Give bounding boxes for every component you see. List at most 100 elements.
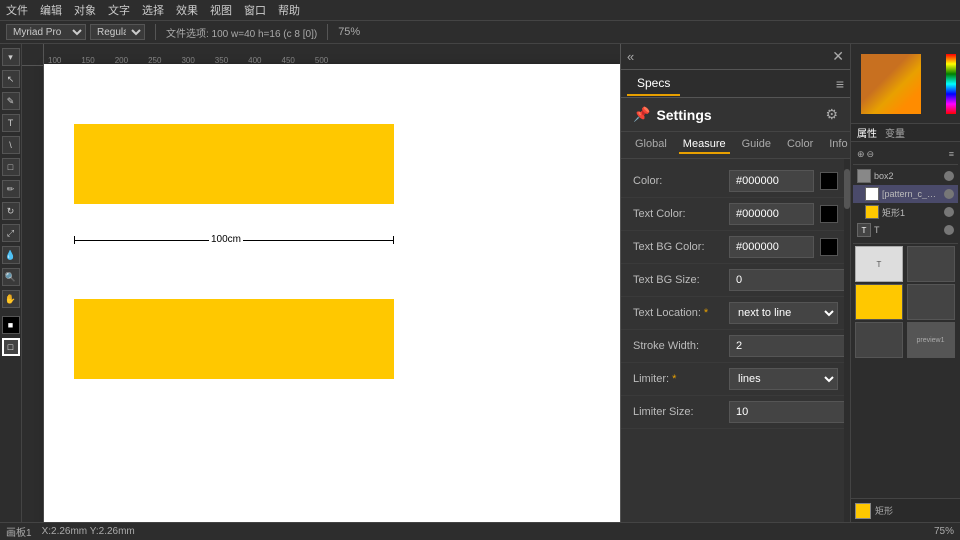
input-text-bg-size[interactable] <box>729 269 850 291</box>
tool-rect[interactable]: □ <box>2 158 20 176</box>
tool-zoom[interactable]: 🔍 <box>2 268 20 286</box>
tool-eyedrop[interactable]: 💧 <box>2 246 20 264</box>
color-swatch-text-bg[interactable] <box>820 238 838 256</box>
thumb-label: preview1 <box>916 337 944 344</box>
color-preview[interactable] <box>861 54 921 114</box>
thumbnail-item[interactable] <box>907 284 955 320</box>
layer-visibility-eye[interactable] <box>944 171 954 181</box>
layer-control-btn[interactable]: ⊕ <box>857 149 865 160</box>
tool-line[interactable]: \ <box>2 136 20 154</box>
canvas-area[interactable]: 100 150 200 250 300 350 400 450 500 100c… <box>22 44 620 522</box>
color-swatch-text-color[interactable] <box>820 205 838 223</box>
menu-object[interactable]: 对象 <box>74 2 96 18</box>
tool-stroke[interactable]: □ <box>2 338 20 356</box>
settings-title: 📌 Settings <box>633 106 712 123</box>
label-limiter-size: Limiter Size: <box>633 406 723 418</box>
input-color[interactable] <box>729 170 814 192</box>
menu-file[interactable]: 文件 <box>6 2 28 18</box>
color-label: 矩形 <box>875 504 893 517</box>
font-style-select[interactable]: Regular <box>90 24 145 40</box>
menu-help[interactable]: 帮助 <box>278 2 300 18</box>
menu-effect[interactable]: 效果 <box>176 2 198 18</box>
sub-tab-guide[interactable]: Guide <box>738 136 775 154</box>
layer-visibility-eye[interactable] <box>944 207 954 217</box>
tool-type[interactable]: T <box>2 114 20 132</box>
settings-row-limiter-size: Limiter Size: <box>621 396 850 429</box>
tool-direct[interactable]: ↖ <box>2 70 20 88</box>
menu-window[interactable]: 窗口 <box>244 2 266 18</box>
select-text-location[interactable]: next to line above line below line <box>729 302 838 324</box>
bottom-bar: 画板1 X:2.26mm Y:2.26mm 75% <box>0 522 960 540</box>
panel-nav-buttons: « <box>627 49 634 64</box>
settings-gear-icon[interactable]: ⚙ <box>825 106 838 123</box>
sub-tab-color[interactable]: Color <box>783 136 817 154</box>
yellow-rect-bottom[interactable] <box>74 299 394 379</box>
tool-hand[interactable]: ✋ <box>2 290 20 308</box>
settings-row-limiter: Limiter: lines arrows none <box>621 363 850 396</box>
color-spectrum[interactable] <box>946 54 956 114</box>
toolbar: Myriad Pro Regular 文件选项: 100 w=40 h=16 (… <box>0 20 960 44</box>
thumbnail-item[interactable]: preview1 <box>907 322 955 358</box>
font-family-select[interactable]: Myriad Pro <box>6 24 86 40</box>
list-item[interactable]: [pattern_c_mask1] <box>853 185 958 203</box>
specs-tab[interactable]: Specs <box>627 72 680 96</box>
panel-header: « ✕ <box>621 44 850 70</box>
thumbnail-item[interactable]: T <box>855 246 903 282</box>
input-limiter-size[interactable] <box>729 401 850 423</box>
artboard[interactable]: 100cm <box>44 64 620 522</box>
thumb-label: T <box>877 260 882 269</box>
tool-fill[interactable]: ■ <box>2 316 20 334</box>
tool-rotate[interactable]: ↻ <box>2 202 20 220</box>
thumbnail-item[interactable] <box>855 322 903 358</box>
settings-header: 📌 Settings ⚙ <box>621 98 850 132</box>
menu-text[interactable]: 文字 <box>108 2 130 18</box>
layer-visibility-eye[interactable] <box>944 225 954 235</box>
input-stroke-width[interactable] <box>729 335 850 357</box>
menu-view[interactable]: 视图 <box>210 2 232 18</box>
scrollbar-track[interactable] <box>844 159 850 522</box>
color-picker-area[interactable] <box>851 44 960 124</box>
input-text-color[interactable] <box>729 203 814 225</box>
layer-options-btn[interactable]: ≡ <box>949 149 954 159</box>
layer-delete-btn[interactable]: ⊖ <box>867 149 875 160</box>
input-text-bg-color[interactable] <box>729 236 814 258</box>
thumbnail-item[interactable] <box>855 284 903 320</box>
layer-label: box2 <box>874 171 894 181</box>
ruler-vertical <box>22 66 44 522</box>
layer-thumb: T <box>857 223 871 237</box>
specs-tab-bar: Specs ≡ <box>621 70 850 98</box>
menu-edit[interactable]: 编辑 <box>40 2 62 18</box>
thumbnail-item[interactable] <box>907 246 955 282</box>
sub-tab-global[interactable]: Global <box>631 136 671 154</box>
specs-tab-menu-icon[interactable]: ≡ <box>836 76 844 92</box>
settings-row-stroke-width: Stroke Width: <box>621 330 850 363</box>
far-right-panel: 属性 变量 ⊕ ⊖ ≡ box2 <box>850 44 960 522</box>
settings-row-text-location: Text Location: next to line above line b… <box>621 297 850 330</box>
tool-brush[interactable]: ✏ <box>2 180 20 198</box>
list-item[interactable]: 矩形1 <box>853 203 958 221</box>
layers-tab-vars[interactable]: 变量 <box>885 125 905 140</box>
tool-scale[interactable]: ⤢ <box>2 224 20 242</box>
list-item[interactable]: box2 <box>853 167 958 185</box>
settings-row-text-bg-color: Text BG Color: <box>621 231 850 264</box>
panel-back-button[interactable]: « <box>627 49 634 64</box>
tool-select[interactable]: ▾ <box>2 48 20 66</box>
list-item[interactable]: T T <box>853 221 958 239</box>
sub-tab-info[interactable]: Info <box>825 136 851 154</box>
layer-thumb <box>857 169 871 183</box>
left-toolbar: ▾ ↖ ✎ T \ □ ✏ ↻ ⤢ 💧 🔍 ✋ ■ □ <box>0 44 22 522</box>
sub-tab-measure[interactable]: Measure <box>679 136 730 154</box>
canvas-content[interactable]: 100cm <box>44 66 620 522</box>
yellow-rect-top[interactable] <box>74 124 394 204</box>
tool-pen[interactable]: ✎ <box>2 92 20 110</box>
layer-visibility-eye[interactable] <box>944 189 954 199</box>
layer-thumb <box>865 187 879 201</box>
color-swatch-color[interactable] <box>820 172 838 190</box>
panel-close-button[interactable]: ✕ <box>832 48 844 65</box>
layers-tab-props[interactable]: 属性 <box>857 125 877 140</box>
active-color-swatch[interactable] <box>855 503 871 519</box>
select-limiter[interactable]: lines arrows none <box>729 368 838 390</box>
scrollbar-thumb[interactable] <box>844 169 850 209</box>
menu-select[interactable]: 选择 <box>142 2 164 18</box>
settings-row-text-bg-size: Text BG Size: <box>621 264 850 297</box>
